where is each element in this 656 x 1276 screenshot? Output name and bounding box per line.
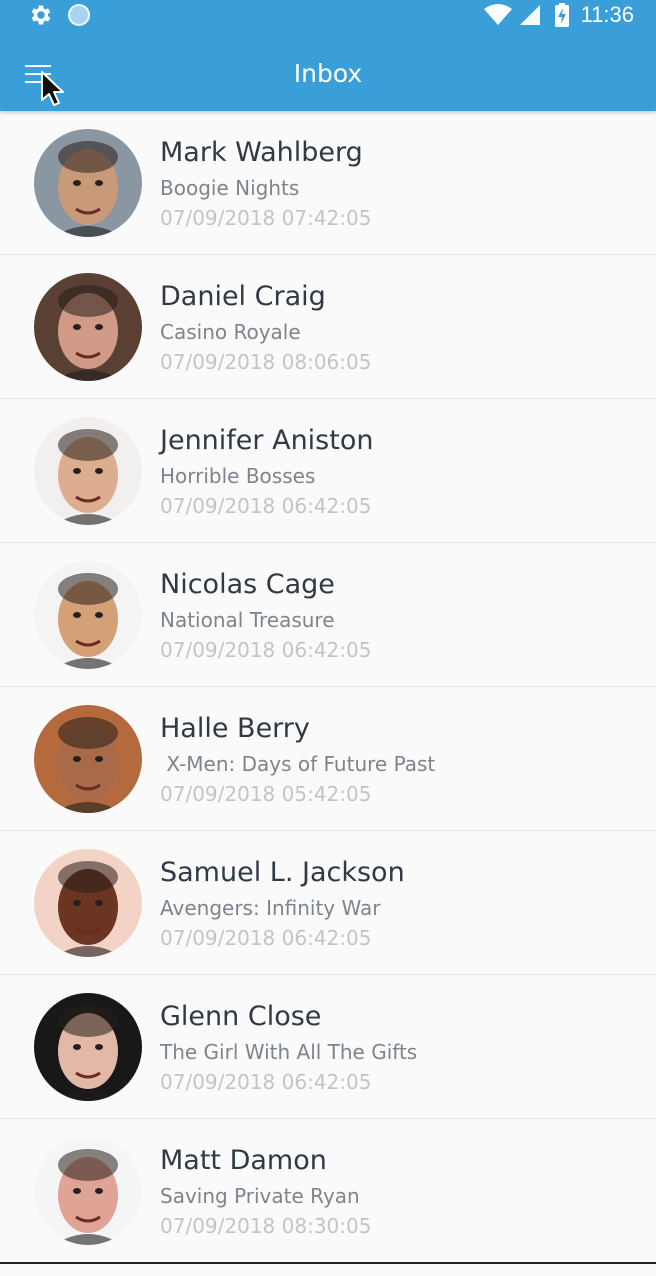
timestamp: 07/09/2018 07:42:05 — [160, 206, 372, 230]
list-item[interactable]: Samuel L. Jackson Avengers: Infinity War 0… — [0, 831, 656, 975]
contact-name: Glenn Close — [160, 1001, 322, 1032]
avatar — [34, 1137, 142, 1245]
avatar — [34, 273, 142, 381]
list-item[interactable]: Nicolas Cage National Treasure 07/09/2018 … — [0, 543, 656, 687]
gear-icon — [31, 5, 51, 25]
signal-icon — [519, 5, 540, 25]
battery-charging-icon — [554, 3, 569, 27]
avatar — [34, 561, 142, 669]
contact-name: Matt Damon — [160, 1145, 327, 1176]
film-title: X-Men: Days of Future Past — [160, 752, 436, 776]
list-item[interactable]: Halle Berry X-Men: Days of Future Past 07… — [0, 687, 656, 831]
avatar — [34, 705, 142, 813]
wifi-icon — [483, 4, 512, 25]
film-title: Saving Private Ryan — [160, 1184, 360, 1208]
contact-name: Halle Berry — [160, 713, 310, 744]
timestamp: 07/09/2018 06:42:05 — [160, 494, 372, 518]
circle-icon — [68, 4, 90, 26]
list-item[interactable]: Glenn Close The Girl With All The Gifts 07… — [0, 975, 656, 1119]
contact-name: Mark Wahlberg — [160, 137, 363, 168]
list-item[interactable]: Daniel Craig Casino Royale 07/09/2018 08:0… — [0, 255, 656, 399]
status-bar: 11:36 — [0, 0, 656, 30]
contact-name: Daniel Craig — [160, 281, 326, 312]
timestamp: 07/09/2018 08:30:05 — [160, 1214, 372, 1238]
contact-name: Nicolas Cage — [160, 569, 335, 600]
film-title: National Treasure — [160, 608, 335, 632]
timestamp: 07/09/2018 06:42:05 — [160, 1070, 372, 1094]
contact-name: Jennifer Aniston — [160, 425, 374, 456]
app-bar: 11:36 Inbox — [0, 0, 656, 111]
status-time: 11:36 — [580, 2, 634, 27]
status-icons: 11:36 — [483, 0, 634, 30]
inbox-list: Mark Wahlberg Boogie Nights 07/09/2018 07:… — [0, 111, 656, 1264]
film-title: The Girl With All The Gifts — [160, 1040, 418, 1064]
list-item[interactable]: Matt Damon Saving Private Ryan 07/09/2018 … — [0, 1119, 656, 1264]
film-title: Boogie Nights — [160, 176, 300, 200]
timestamp: 07/09/2018 06:42:05 — [160, 638, 372, 662]
avatar — [34, 417, 142, 525]
avatar — [34, 849, 142, 957]
avatar — [34, 993, 142, 1101]
film-title: Avengers: Infinity War — [160, 896, 381, 920]
film-title: Horrible Bosses — [160, 464, 316, 488]
timestamp: 07/09/2018 08:06:05 — [160, 350, 372, 374]
list-item[interactable]: Mark Wahlberg Boogie Nights 07/09/2018 07:… — [0, 111, 656, 255]
film-title: Casino Royale — [160, 320, 301, 344]
avatar — [34, 129, 142, 237]
list-item[interactable]: Jennifer Aniston Horrible Bosses 07/09/201… — [0, 399, 656, 543]
timestamp: 07/09/2018 06:42:05 — [160, 926, 372, 950]
contact-name: Samuel L. Jackson — [160, 857, 405, 888]
page-title: Inbox — [293, 59, 363, 88]
timestamp: 07/09/2018 05:42:05 — [160, 782, 372, 806]
